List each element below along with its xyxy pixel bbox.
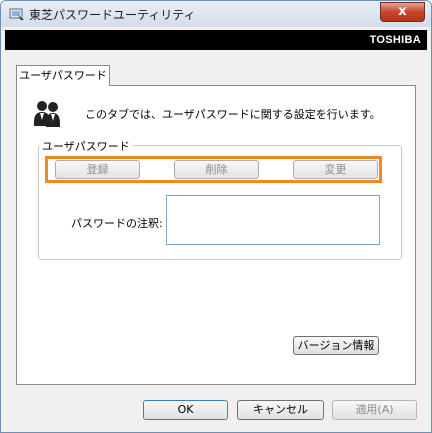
app-icon	[9, 7, 25, 21]
password-note-label: パスワードの注釈:	[71, 217, 163, 230]
tab-description: このタブでは、ユーザパスワードに関する設定を行います。	[85, 108, 381, 121]
close-icon: x	[398, 4, 407, 19]
close-button[interactable]: x	[380, 2, 425, 22]
title-bar[interactable]: 東芝パスワードユーティリティ x	[1, 1, 431, 27]
users-icon	[33, 98, 61, 128]
register-button[interactable]: 登録	[55, 160, 140, 179]
tab-panel: このタブでは、ユーザパスワードに関する設定を行います。 ユーザパスワード 登録 …	[16, 85, 416, 385]
cancel-button[interactable]: キャンセル	[237, 400, 324, 420]
version-info-button[interactable]: バージョン情報	[293, 336, 379, 355]
window-title: 東芝パスワードユーティリティ	[29, 8, 196, 22]
toshiba-logo: TOSHIBA	[369, 34, 421, 46]
delete-button[interactable]: 削除	[174, 160, 259, 179]
brand-bar: TOSHIBA	[5, 30, 427, 50]
group-title: ユーザパスワード	[40, 138, 132, 154]
apply-button[interactable]: 適用(A)	[332, 400, 417, 420]
change-button[interactable]: 変更	[293, 160, 378, 179]
password-utility-window: 東芝パスワードユーティリティ x TOSHIBA ユーザパスワード このタブでは…	[0, 0, 432, 433]
ok-button[interactable]: OK	[143, 400, 228, 420]
tab-user-password[interactable]: ユーザパスワード	[16, 65, 110, 86]
password-note-input[interactable]	[166, 195, 380, 245]
